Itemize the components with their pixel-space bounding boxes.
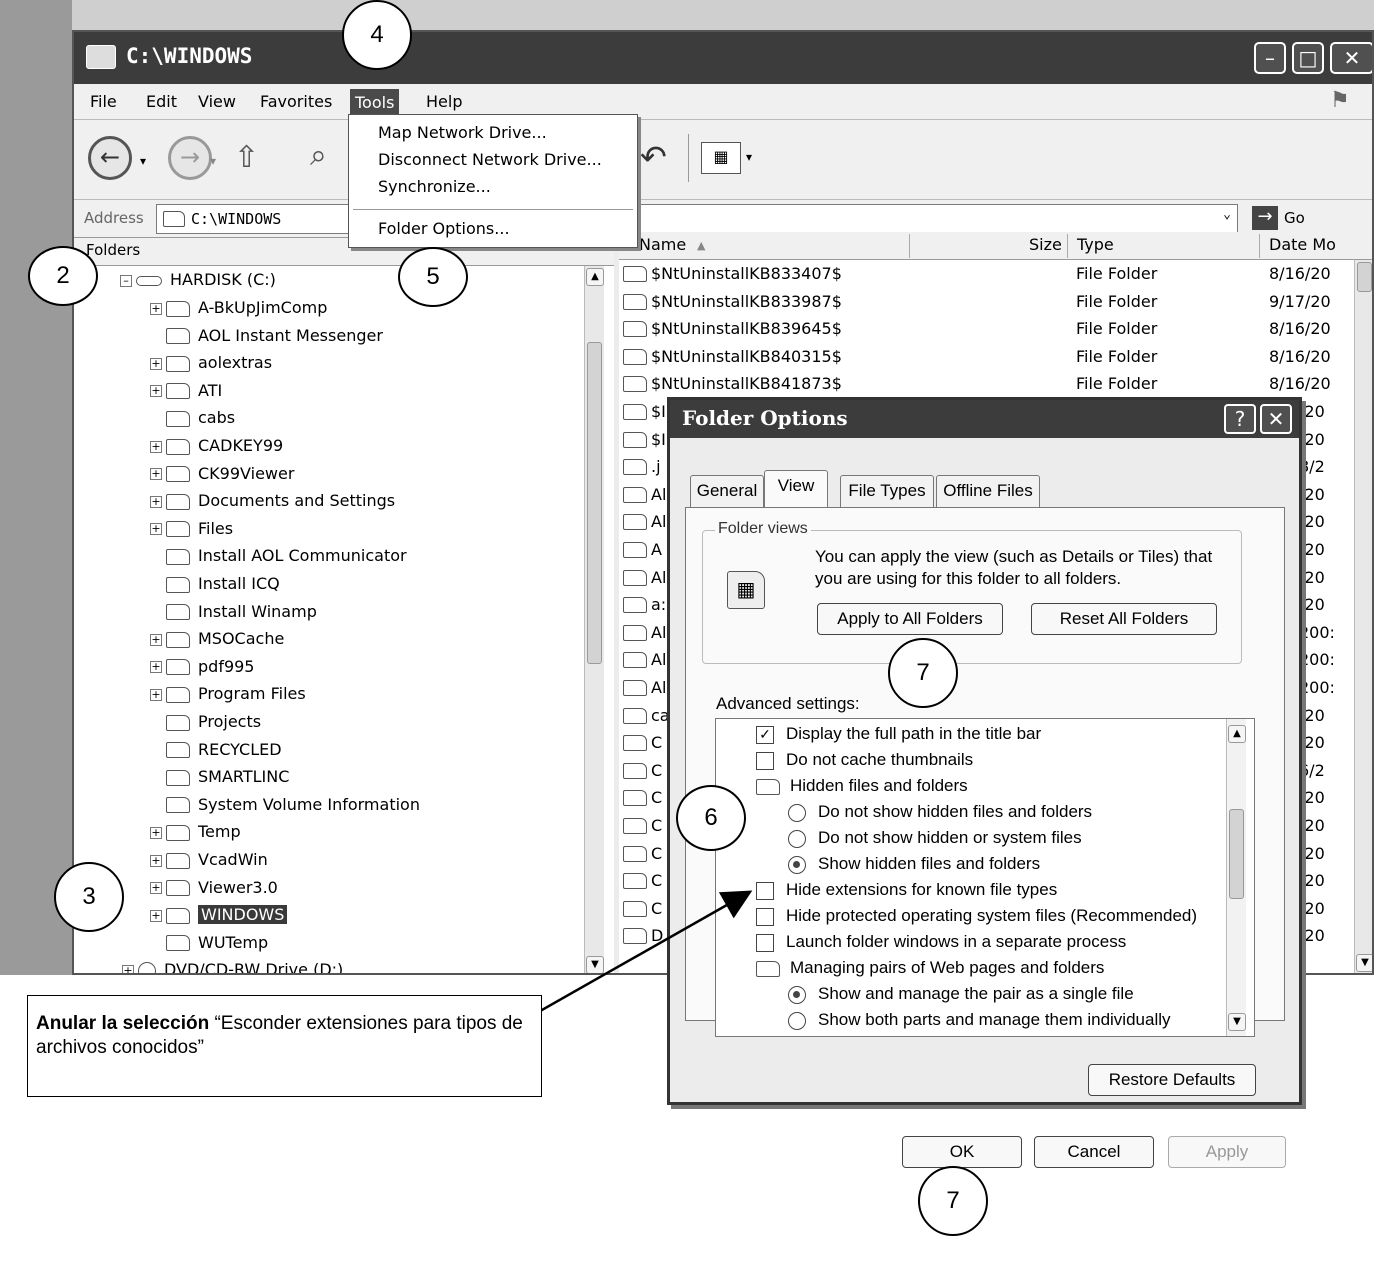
tutorial-screenshot: C:\WINDOWS – □ ✕ File Edit View Favorite… [0,0,1374,1262]
instruction-note: Anular la selección “Esconder extensione… [27,995,542,1097]
note-bold-text: Anular la selección [36,1013,210,1034]
